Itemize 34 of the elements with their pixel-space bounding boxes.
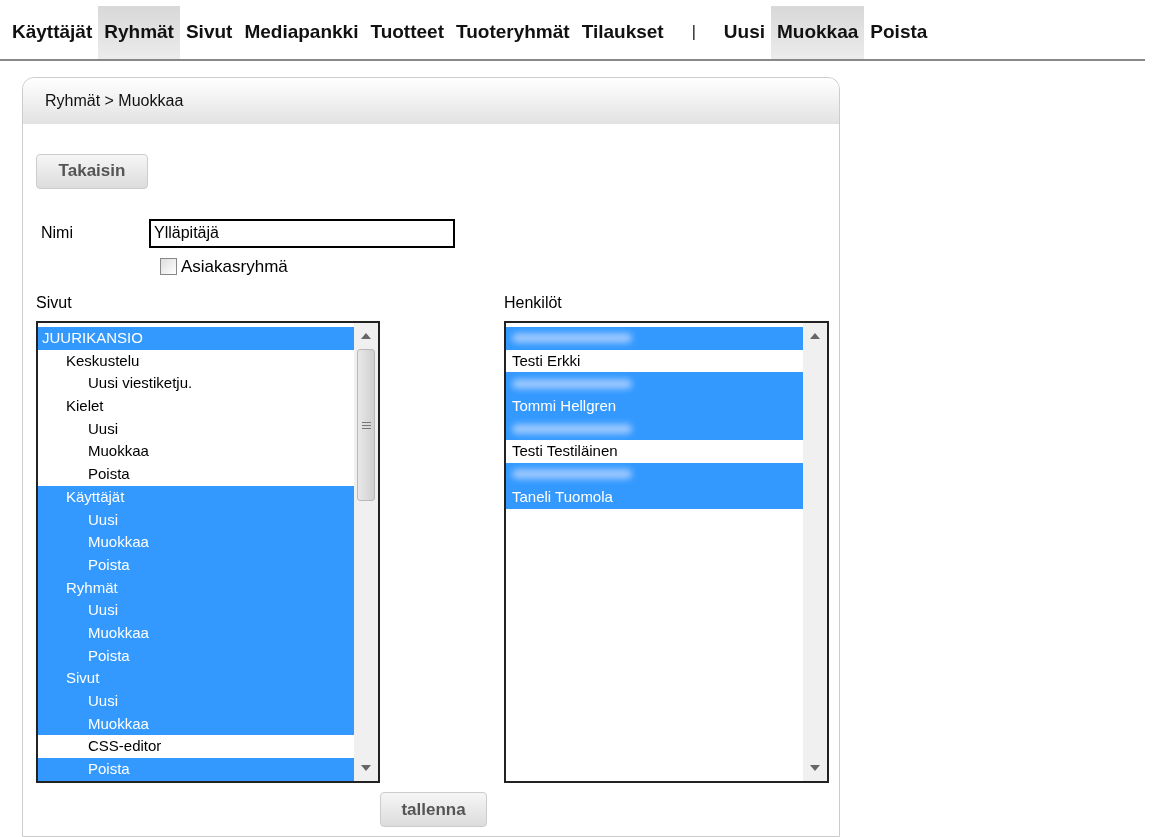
grip-icon: [361, 421, 371, 429]
nav-link[interactable]: Mediapankki: [238, 6, 365, 59]
nav-link[interactable]: Tuoteryhmät: [449, 6, 576, 59]
scroll-down-icon[interactable]: [361, 765, 371, 771]
nav-separator: |: [690, 22, 697, 43]
list-label: Henkilöt: [504, 293, 563, 313]
name-field[interactable]: Ylläpitäjä: [149, 218, 455, 248]
breadcrumb: Ryhmät > Muokkaa: [45, 90, 184, 111]
scroll-down-icon[interactable]: [810, 765, 820, 771]
scrollbar[interactable]: [803, 323, 827, 781]
list-label: Sivut: [36, 293, 73, 313]
nav-link[interactable]: Sivut: [179, 6, 239, 59]
nav-link[interactable]: Uusi: [717, 6, 771, 59]
nav-link[interactable]: Käyttäjät: [6, 6, 99, 59]
nav-link[interactable]: Ryhmät: [98, 6, 180, 59]
save-button[interactable]: tallenna: [380, 792, 487, 827]
list-option[interactable]: [506, 327, 803, 350]
list-option[interactable]: [506, 417, 803, 441]
people-list[interactable]: Testi Erkki Tommi Hellgren Testi Testiläinen Taneli Tuomola: [504, 321, 829, 783]
scroll-up-icon[interactable]: [361, 333, 371, 339]
field-label: Nimi: [40, 222, 74, 243]
list-option[interactable]: [506, 463, 803, 486]
scroll-thumb[interactable]: [357, 349, 375, 501]
scroll-up-icon[interactable]: [810, 333, 820, 339]
nav-link[interactable]: Poista: [864, 6, 934, 59]
pages-list[interactable]: JUURIKANSIO Keskustelu Uusi viestiketju. Kielet Uusi Muokkaa Poista Käyttäjät Uusi Muokkaa Poista Ryhmät Uusi Muokkaa Poista Sivut Uusi Muokkaa CSS-editor Poista: [36, 321, 380, 783]
nav-link[interactable]: Tuotteet: [364, 6, 450, 59]
checkbox[interactable]: [160, 257, 177, 275]
nav-link[interactable]: Muokkaa: [771, 6, 865, 59]
list-option[interactable]: [506, 372, 803, 396]
back-button[interactable]: Takaisin: [36, 153, 148, 189]
scrollbar[interactable]: [354, 323, 378, 781]
checkbox-label: Asiakasryhmä: [181, 255, 288, 278]
nav-link[interactable]: Tilaukset: [575, 6, 670, 59]
